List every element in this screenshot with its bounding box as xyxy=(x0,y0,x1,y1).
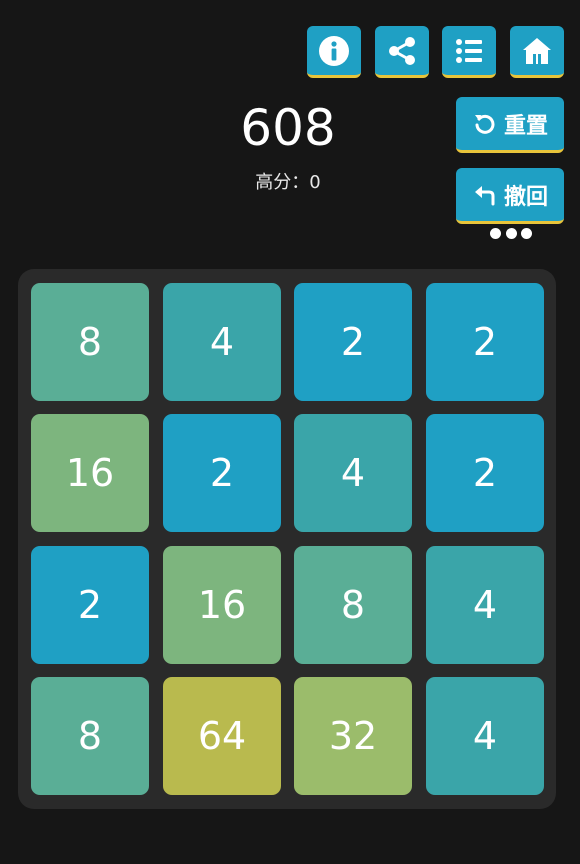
more-options[interactable] xyxy=(490,226,532,240)
current-score: 608 xyxy=(240,99,336,157)
reset-button-label: 重置 xyxy=(503,113,548,139)
game-board[interactable]: 8 4 2 2 16 2 4 2 2 16 8 4 8 64 32 4 xyxy=(18,269,556,809)
info-icon xyxy=(319,35,349,66)
undo-button[interactable]: 撤回 xyxy=(456,168,564,224)
tile: 4 xyxy=(426,546,544,664)
tile: 8 xyxy=(294,546,412,664)
info-button[interactable] xyxy=(307,26,361,78)
tile: 4 xyxy=(294,414,412,532)
best-score: 高分：0 xyxy=(255,172,321,193)
more-icon xyxy=(521,227,532,239)
undo-icon xyxy=(474,185,495,205)
tile: 4 xyxy=(163,283,281,401)
undo-button-label: 撤回 xyxy=(503,184,548,210)
tile: 16 xyxy=(163,546,281,664)
reset-icon xyxy=(474,114,495,134)
share-icon xyxy=(389,36,415,65)
home-button[interactable] xyxy=(510,26,564,78)
reset-button[interactable]: 重置 xyxy=(456,97,564,153)
more-icon xyxy=(505,227,517,239)
tile: 8 xyxy=(31,677,149,795)
tile: 2 xyxy=(163,414,281,532)
leaderboard-button[interactable] xyxy=(442,26,496,78)
tile: 16 xyxy=(31,414,149,532)
tile: 4 xyxy=(426,677,544,795)
tile: 2 xyxy=(294,283,412,401)
home-icon xyxy=(523,37,551,64)
list-icon xyxy=(456,38,482,63)
tile: 2 xyxy=(426,414,544,532)
tile: 64 xyxy=(163,677,281,795)
tile: 32 xyxy=(294,677,412,795)
more-icon xyxy=(490,227,501,239)
tile: 2 xyxy=(426,283,544,401)
share-button[interactable] xyxy=(375,26,429,78)
tile: 8 xyxy=(31,283,149,401)
tile: 2 xyxy=(31,546,149,664)
